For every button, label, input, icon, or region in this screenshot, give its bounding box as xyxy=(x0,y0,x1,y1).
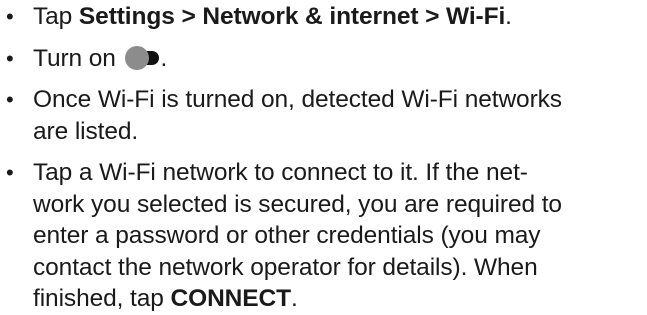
toggle-knob xyxy=(124,45,149,70)
steps-list: • Tap Settings > Network & internet > Wi… xyxy=(0,1,647,315)
list-item: • Turn on . xyxy=(0,43,647,75)
step-prefix: Turn on xyxy=(33,44,123,72)
list-item: • Tap a Wi-Fi network to connect to it. … xyxy=(0,157,647,315)
step-line: contact the network operator for details… xyxy=(33,253,538,281)
list-item: • Once Wi-Fi is turned on, detected Wi-F… xyxy=(0,84,647,147)
toggle-switch-icon xyxy=(124,45,161,70)
step-line: are listed. xyxy=(33,117,139,145)
step-line: enter a password or other credentials (y… xyxy=(33,222,541,249)
settings-path: Settings > Network & internet > Wi-Fi xyxy=(78,3,506,30)
step-line: Tap a Wi-Fi network to connect to it. If… xyxy=(33,159,528,186)
step-suffix: . xyxy=(160,44,168,72)
list-item: • Tap Settings > Network & internet > Wi… xyxy=(0,1,647,33)
step-suffix: . xyxy=(290,285,298,312)
step-prefix: Tap xyxy=(33,3,79,30)
step-text: Turn on . xyxy=(33,45,167,72)
step-line: Once Wi-Fi is turned on, detected Wi-Fi … xyxy=(33,86,562,113)
bullet: • xyxy=(6,45,14,71)
instructions-document: • Tap Settings > Network & internet > Wi… xyxy=(0,0,647,315)
bullet: • xyxy=(6,160,14,185)
step-suffix: . xyxy=(505,3,512,30)
bullet: • xyxy=(6,4,14,29)
connect-label: CONNECT xyxy=(170,285,292,312)
bullet: • xyxy=(6,87,14,112)
step-text: Tap Settings > Network & internet > Wi-F… xyxy=(33,3,512,30)
step-prefix: finished, tap xyxy=(33,285,171,312)
step-line: finished, tap CONNECT. xyxy=(33,285,298,312)
step-line: work you selected is secured, you are re… xyxy=(33,190,562,218)
